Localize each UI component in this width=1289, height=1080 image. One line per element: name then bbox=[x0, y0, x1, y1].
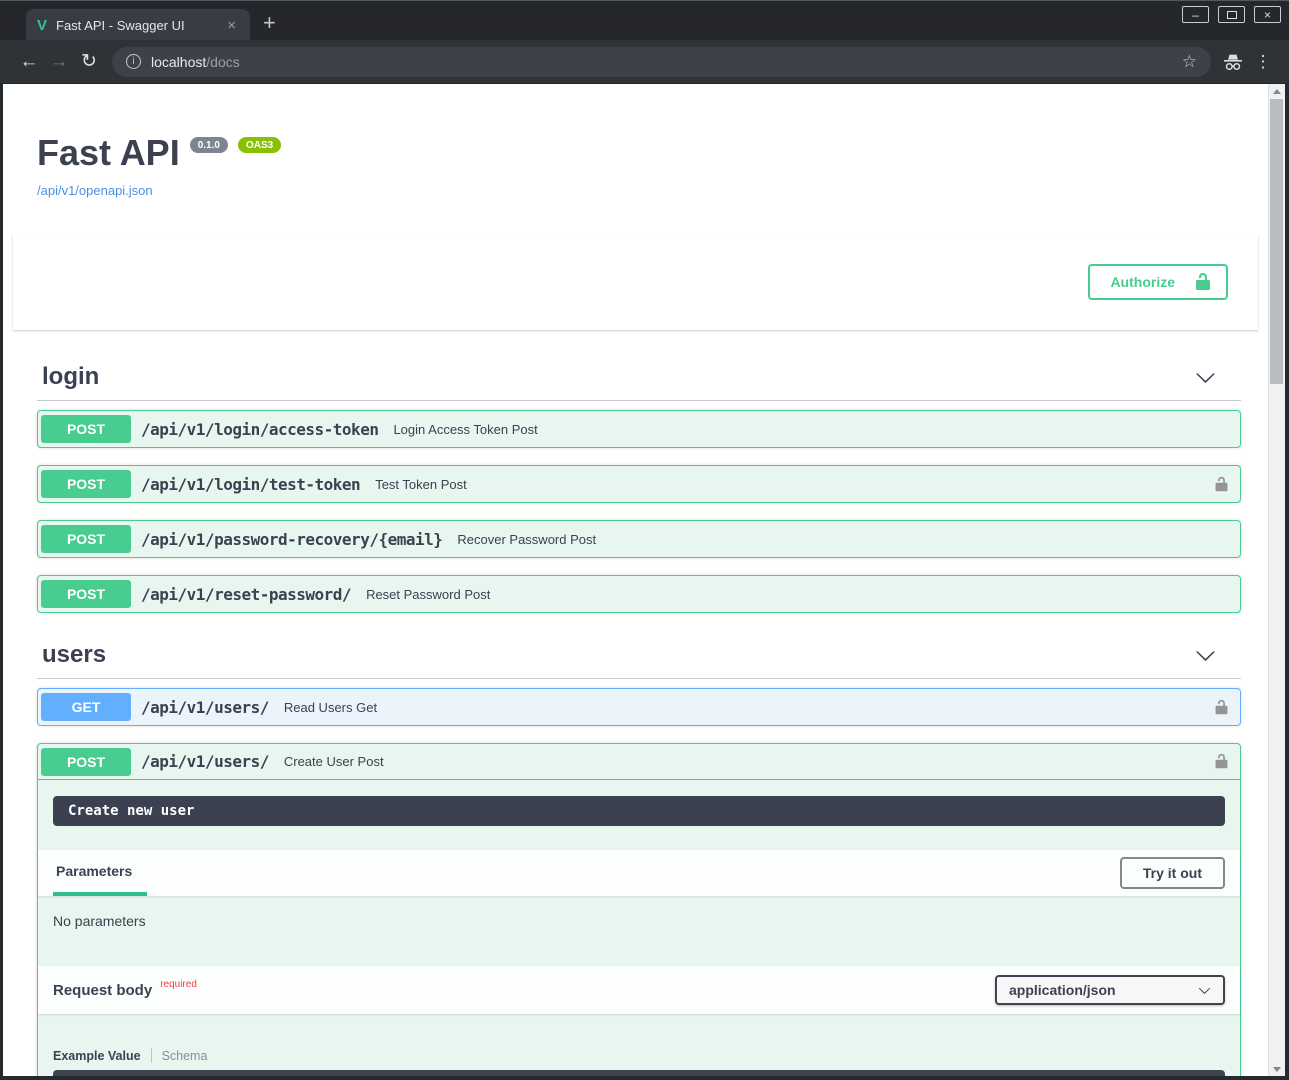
opblock-password-recovery: POST /api/v1/password-recovery/{email} R… bbox=[37, 520, 1241, 558]
example-code-block: { bbox=[53, 1070, 1225, 1076]
endpoint-path: /api/v1/users/ bbox=[141, 698, 269, 717]
select-chevron-icon bbox=[1198, 984, 1211, 997]
opblock-create-user: POST /api/v1/users/ Create User Post Cre… bbox=[37, 743, 1241, 1076]
new-tab-button[interactable]: + bbox=[263, 12, 276, 34]
operation-description: Create new user bbox=[53, 796, 1225, 826]
scroll-down-arrow[interactable] bbox=[1269, 1062, 1285, 1076]
swagger-page: Fast API 0.1.0 OAS3 /api/v1/openapi.json… bbox=[3, 84, 1285, 1076]
scroll-up-arrow[interactable] bbox=[1269, 84, 1285, 98]
no-parameters-text: No parameters bbox=[38, 896, 1240, 946]
method-badge: POST bbox=[41, 525, 131, 553]
oas3-badge: OAS3 bbox=[238, 137, 281, 153]
auth-lock-icon[interactable] bbox=[1213, 699, 1230, 716]
scrollbar-thumb[interactable] bbox=[1270, 99, 1283, 384]
maximize-button[interactable] bbox=[1218, 6, 1245, 23]
endpoint-path: /api/v1/reset-password/ bbox=[141, 585, 351, 604]
incognito-icon[interactable] bbox=[1221, 52, 1251, 72]
example-area: Example Value Schema { bbox=[38, 1014, 1240, 1076]
opblock-summary[interactable]: POST /api/v1/login/access-token Login Ac… bbox=[38, 411, 1240, 447]
chevron-down-icon[interactable] bbox=[1195, 367, 1216, 388]
tab-divider bbox=[151, 1048, 152, 1063]
tag-header-login[interactable]: login bbox=[37, 352, 1241, 401]
tag-section-users: users GET /api/v1/users/ Read Users Get bbox=[37, 630, 1241, 1076]
endpoint-summary: Read Users Get bbox=[284, 700, 377, 715]
minimize-button[interactable]: – bbox=[1182, 6, 1209, 23]
opblock-summary[interactable]: POST /api/v1/reset-password/ Reset Passw… bbox=[38, 576, 1240, 612]
endpoint-path: /api/v1/users/ bbox=[141, 752, 269, 771]
media-type-select[interactable]: application/json bbox=[995, 975, 1225, 1005]
tag-title: users bbox=[42, 640, 106, 670]
chevron-down-icon[interactable] bbox=[1195, 645, 1216, 666]
auth-lock-icon[interactable] bbox=[1213, 476, 1230, 493]
request-body-header: Request body required application/json bbox=[38, 966, 1240, 1014]
api-info: Fast API 0.1.0 OAS3 /api/v1/openapi.json bbox=[37, 84, 1241, 200]
method-badge: POST bbox=[41, 470, 131, 498]
endpoint-summary: Create User Post bbox=[284, 754, 384, 769]
url-host: localhost bbox=[151, 54, 206, 70]
browser-tab[interactable]: V Fast API - Swagger UI × bbox=[26, 9, 250, 41]
endpoint-summary: Recover Password Post bbox=[457, 532, 596, 547]
close-window-button[interactable]: × bbox=[1254, 6, 1281, 23]
openapi-spec-link[interactable]: /api/v1/openapi.json bbox=[37, 183, 153, 198]
maximize-icon bbox=[1227, 11, 1237, 19]
endpoint-summary: Reset Password Post bbox=[366, 587, 490, 602]
page-scrollbar[interactable] bbox=[1268, 84, 1285, 1076]
endpoint-summary: Test Token Post bbox=[375, 477, 467, 492]
request-body-label: Request body bbox=[53, 982, 152, 999]
endpoint-path: /api/v1/password-recovery/{email} bbox=[141, 530, 442, 549]
url-path: /docs bbox=[206, 54, 239, 70]
schema-tab[interactable]: Schema bbox=[162, 1049, 208, 1063]
endpoint-summary: Login Access Token Post bbox=[393, 422, 537, 437]
endpoint-path: /api/v1/login/test-token bbox=[141, 475, 360, 494]
method-badge: POST bbox=[41, 415, 131, 443]
parameters-header: Parameters Try it out bbox=[38, 850, 1240, 896]
browser-navbar: ← → ↻ i localhost/docs ☆ ⋮ bbox=[0, 40, 1289, 84]
try-it-out-button[interactable]: Try it out bbox=[1120, 857, 1225, 889]
authorize-label: Authorize bbox=[1110, 274, 1175, 290]
address-bar[interactable]: i localhost/docs ☆ bbox=[112, 47, 1211, 77]
opblock-read-users: GET /api/v1/users/ Read Users Get bbox=[37, 688, 1241, 726]
favicon-icon: V bbox=[37, 17, 47, 34]
bookmark-star-icon[interactable]: ☆ bbox=[1182, 52, 1197, 72]
site-info-icon[interactable]: i bbox=[126, 54, 141, 69]
browser-titlebar: V Fast API - Swagger UI × + – × bbox=[0, 0, 1289, 40]
tab-title: Fast API - Swagger UI bbox=[56, 18, 223, 33]
reload-icon[interactable]: ↻ bbox=[74, 50, 104, 73]
version-badge: 0.1.0 bbox=[190, 137, 228, 153]
required-label: required bbox=[160, 979, 197, 990]
window-controls: – × bbox=[1182, 6, 1281, 23]
auth-lock-icon[interactable] bbox=[1213, 753, 1230, 770]
tab-close-icon[interactable]: × bbox=[223, 17, 240, 34]
opblock-login-access-token: POST /api/v1/login/access-token Login Ac… bbox=[37, 410, 1241, 448]
authorize-button[interactable]: Authorize bbox=[1088, 264, 1228, 300]
tag-section-login: login POST /api/v1/login/access-token Lo… bbox=[37, 352, 1241, 613]
scheme-container: Authorize bbox=[13, 234, 1258, 330]
opblock-reset-password: POST /api/v1/reset-password/ Reset Passw… bbox=[37, 575, 1241, 613]
tag-title: login bbox=[42, 362, 99, 392]
method-badge: POST bbox=[41, 748, 131, 776]
method-badge: POST bbox=[41, 580, 131, 608]
media-type-value: application/json bbox=[1009, 982, 1116, 998]
forward-icon[interactable]: → bbox=[44, 51, 74, 73]
opblock-summary[interactable]: POST /api/v1/users/ Create User Post bbox=[38, 744, 1240, 780]
example-value-tab[interactable]: Example Value bbox=[53, 1049, 141, 1063]
browser-menu-icon[interactable]: ⋮ bbox=[1251, 52, 1275, 72]
tag-header-users[interactable]: users bbox=[37, 630, 1241, 679]
parameters-tab: Parameters bbox=[53, 850, 147, 896]
opblock-summary[interactable]: POST /api/v1/password-recovery/{email} R… bbox=[38, 521, 1240, 557]
opblock-body: Create new user Parameters Try it out No… bbox=[38, 796, 1240, 1076]
opblock-login-test-token: POST /api/v1/login/test-token Test Token… bbox=[37, 465, 1241, 503]
endpoint-path: /api/v1/login/access-token bbox=[141, 420, 378, 439]
back-icon[interactable]: ← bbox=[14, 51, 44, 73]
opblock-summary[interactable]: POST /api/v1/login/test-token Test Token… bbox=[38, 466, 1240, 502]
page-title: Fast API bbox=[37, 132, 180, 174]
unlock-icon bbox=[1193, 272, 1213, 292]
opblock-summary[interactable]: GET /api/v1/users/ Read Users Get bbox=[38, 689, 1240, 725]
method-badge: GET bbox=[41, 693, 131, 721]
